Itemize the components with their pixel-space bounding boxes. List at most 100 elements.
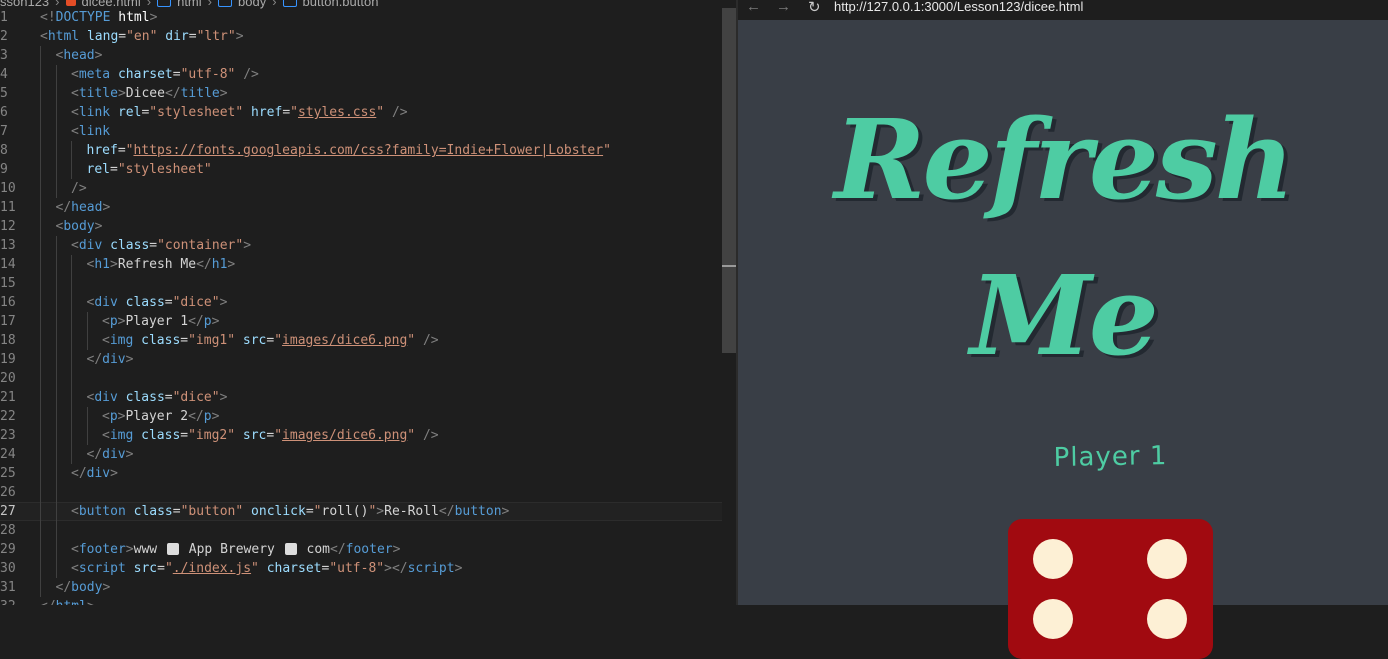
line-number: 26 bbox=[0, 485, 16, 500]
indent-guide bbox=[40, 84, 41, 103]
line-number: 20 bbox=[0, 371, 16, 386]
indent-guide bbox=[71, 350, 72, 369]
code-line[interactable]: 6 <link rel="stylesheet" href="styles.css… bbox=[0, 103, 722, 122]
indent-guide bbox=[40, 426, 41, 445]
line-number: 24 bbox=[0, 447, 16, 462]
arrow-left-icon[interactable]: ← bbox=[746, 0, 761, 15]
indent-guide bbox=[71, 369, 72, 388]
code-line[interactable]: 15 bbox=[0, 274, 722, 293]
code-line[interactable]: 26 bbox=[0, 483, 722, 502]
title-line-2: Me bbox=[970, 251, 1159, 380]
indent-guide bbox=[40, 293, 41, 312]
element-icon bbox=[157, 0, 172, 7]
indent-guide bbox=[55, 274, 57, 293]
line-number: 15 bbox=[0, 276, 16, 291]
code-line[interactable]: 2 <html lang="en" dir="ltr"> bbox=[0, 27, 722, 46]
code-line[interactable]: 1 <!DOCTYPE html> bbox=[0, 8, 722, 27]
line-number: 30 bbox=[0, 561, 16, 576]
code-text: </body> bbox=[55, 580, 111, 595]
code-line[interactable]: 25 </div> bbox=[0, 464, 722, 483]
code-line[interactable]: 30 <script src="./index.js" charset="utf-… bbox=[0, 559, 722, 578]
line-number: 25 bbox=[0, 466, 16, 481]
indent-guide bbox=[40, 198, 41, 217]
code-line[interactable]: 28 bbox=[0, 521, 722, 540]
code-line[interactable]: 11 </head> bbox=[0, 198, 722, 217]
code-line[interactable]: 19 </div> bbox=[0, 350, 722, 369]
line-number: 8 bbox=[0, 143, 8, 158]
indent-guide bbox=[86, 312, 88, 331]
code-text: <h1>Refresh Me</h1> bbox=[86, 257, 236, 272]
element-icon bbox=[282, 0, 297, 7]
indent-guide bbox=[55, 141, 57, 160]
line-number: 19 bbox=[0, 352, 16, 367]
indent-guide bbox=[71, 426, 72, 445]
code-line[interactable]: 12 <body> bbox=[0, 217, 722, 236]
code-line[interactable]: 23 <img class="img2" src="images/dice6.pn… bbox=[0, 426, 722, 445]
indent-guide bbox=[55, 122, 57, 141]
indent-guide bbox=[55, 407, 57, 426]
browser-preview: ← → ↻ http://127.0.0.1:3000/Lesson123/di… bbox=[738, 0, 1388, 659]
code-line[interactable]: 29 <footer>www App Brewery com</footer> bbox=[0, 540, 722, 559]
code-line[interactable]: 32 </html> bbox=[0, 597, 722, 605]
code-line[interactable]: 7 <link bbox=[0, 122, 722, 141]
code-line[interactable]: 4 <meta charset="utf-8" /> bbox=[0, 65, 722, 84]
indent-guide bbox=[55, 426, 57, 445]
indent-guide bbox=[40, 141, 41, 160]
indent-guide bbox=[71, 141, 72, 160]
indent-guide bbox=[86, 331, 88, 350]
indent-guide bbox=[71, 255, 72, 274]
address-bar: ← → ↻ http://127.0.0.1:3000/Lesson123/di… bbox=[738, 0, 1388, 20]
indent-guide bbox=[71, 312, 72, 331]
code-line[interactable]: 8 href="https://fonts.googleapis.com/css?… bbox=[0, 141, 722, 160]
code-line[interactable]: 14 <h1>Refresh Me</h1> bbox=[0, 255, 722, 274]
indent-guide bbox=[71, 388, 72, 407]
indent-guide bbox=[40, 464, 41, 483]
line-number: 3 bbox=[0, 48, 8, 63]
dice-pip bbox=[1033, 599, 1073, 639]
code-line[interactable]: 17 <p>Player 1</p> bbox=[0, 312, 722, 331]
url-field[interactable]: http://127.0.0.1:3000/Lesson123/dicee.ht… bbox=[834, 0, 1083, 16]
code-lines[interactable]: 1 <!DOCTYPE html> 2 <html lang="en" dir="lt… bbox=[0, 8, 722, 605]
line-number: 32 bbox=[0, 597, 16, 605]
code-line[interactable]: 9 rel="stylesheet" bbox=[0, 160, 722, 179]
indent-guide bbox=[40, 236, 41, 255]
code-text: <title>Dicee</title> bbox=[71, 86, 228, 101]
code-line[interactable]: 20 bbox=[0, 369, 722, 388]
line-number: 27 bbox=[0, 504, 16, 519]
code-text: /> bbox=[71, 181, 87, 196]
code-line[interactable]: 10 /> bbox=[0, 179, 722, 198]
indent-guide bbox=[40, 388, 41, 407]
editor-scrollbar[interactable] bbox=[722, 8, 736, 353]
line-number: 9 bbox=[0, 162, 8, 177]
indent-guide bbox=[55, 103, 57, 122]
player-1-label: Player 1 bbox=[1053, 441, 1168, 473]
code-line[interactable]: 13 <div class="container"> bbox=[0, 236, 722, 255]
code-text: <html lang="en" dir="ltr"> bbox=[40, 29, 244, 44]
code-line[interactable]: 27 <button class="button" onclick="roll()… bbox=[0, 502, 722, 521]
indent-guide bbox=[55, 559, 57, 578]
indent-guide bbox=[86, 407, 88, 426]
code-text: <body> bbox=[55, 219, 103, 234]
code-line[interactable]: 18 <img class="img1" src="images/dice6.pn… bbox=[0, 331, 722, 350]
code-line[interactable]: 24 </div> bbox=[0, 445, 722, 464]
reload-icon[interactable]: ↻ bbox=[808, 0, 821, 16]
indent-guide bbox=[40, 274, 41, 293]
line-number: 2 bbox=[0, 29, 8, 44]
code-line[interactable]: 5 <title>Dicee</title> bbox=[0, 84, 722, 103]
code-line[interactable]: 21 <div class="dice"> bbox=[0, 388, 722, 407]
title-line-1: Refresh bbox=[834, 95, 1295, 224]
arrow-right-icon[interactable]: → bbox=[776, 0, 791, 15]
indent-guide bbox=[40, 369, 41, 388]
code-line[interactable]: 3 <head> bbox=[0, 46, 722, 65]
line-number: 7 bbox=[0, 124, 8, 139]
code-text: <div class="dice"> bbox=[86, 390, 228, 405]
html-file-icon bbox=[65, 0, 76, 6]
indent-guide bbox=[40, 122, 41, 141]
code-line[interactable]: 31 </body> bbox=[0, 578, 722, 597]
indent-guide bbox=[71, 274, 72, 293]
code-text: href="https://fonts.googleapis.com/css?f… bbox=[86, 143, 611, 158]
code-line[interactable]: 22 <p>Player 2</p> bbox=[0, 407, 722, 426]
indent-guide bbox=[40, 331, 41, 350]
code-editor[interactable]: sson123 › dicee.html › html › body › but… bbox=[0, 0, 722, 605]
code-line[interactable]: 16 <div class="dice"> bbox=[0, 293, 722, 312]
